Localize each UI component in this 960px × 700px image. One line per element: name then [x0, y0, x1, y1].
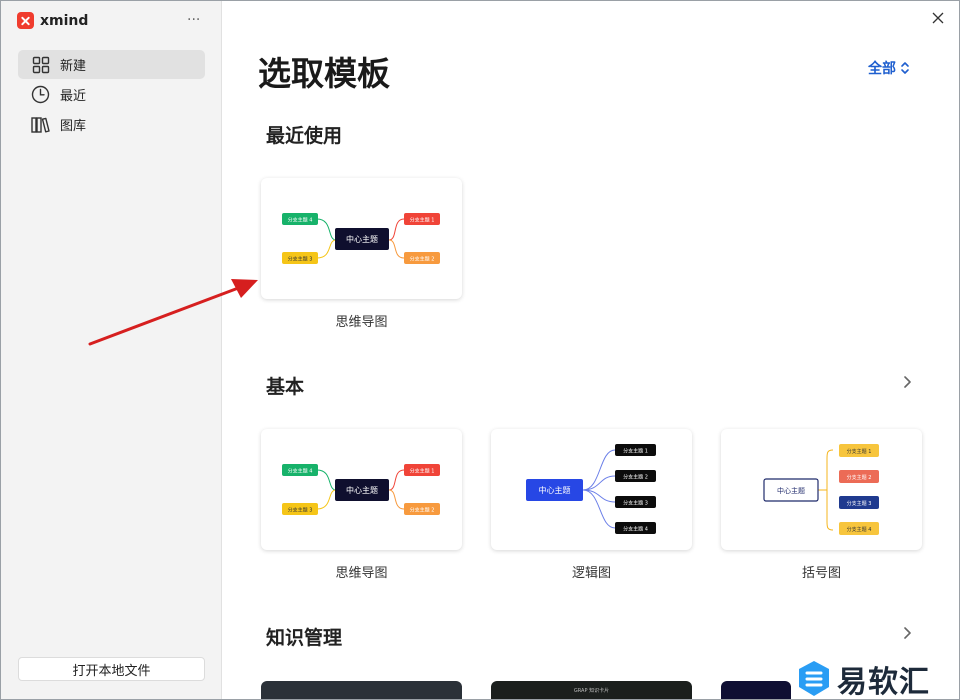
- template-card-knowledge-3[interactable]: [721, 681, 791, 699]
- app-name: xmind: [40, 12, 89, 29]
- close-icon: [932, 12, 944, 24]
- mindmap-thumbnail: 分支主题 4 分支主题 3 分支主题 1 分支主题 2 中心主题: [282, 213, 440, 264]
- svg-text:分支主题 1: 分支主题 1: [847, 448, 872, 455]
- template-window: xmind ··· 新建 最近 图库 打开本地文件 选取模板 全部 最近使用 分…: [0, 0, 960, 700]
- template-card-label: 逻辑图: [571, 566, 611, 581]
- svg-text:分支主题 3: 分支主题 3: [623, 500, 648, 507]
- more-options-button[interactable]: ···: [187, 12, 200, 28]
- svg-text:分支主题 4: 分支主题 4: [288, 217, 313, 224]
- template-card-mindmap[interactable]: 分支主题 4 分支主题 3 分支主题 1 分支主题 2 中心主题: [261, 429, 462, 550]
- xmind-logo-icon: [17, 12, 34, 29]
- svg-text:分支主题 1: 分支主题 1: [410, 217, 435, 224]
- svg-text:分支主题 4: 分支主题 4: [847, 526, 872, 533]
- svg-text:分支主题 3: 分支主题 3: [288, 256, 313, 263]
- main-content: 选取模板 全部 最近使用 分支主题 4 分支主题 3 分支主题 1 分支主题 2…: [223, 1, 959, 699]
- svg-text:中心主题: 中心主题: [539, 485, 571, 495]
- filter-label: 全部: [868, 61, 896, 77]
- sidebar-item-label: 图库: [60, 119, 87, 134]
- template-card-label: 思维导图: [335, 315, 388, 330]
- open-local-file-button[interactable]: 打开本地文件: [18, 657, 205, 681]
- sidebar-item-label: 新建: [60, 59, 87, 74]
- watermark: 易软汇: [791, 655, 934, 700]
- svg-text:中心主题: 中心主题: [346, 234, 378, 244]
- chevron-right-icon[interactable]: [901, 626, 915, 640]
- brand: xmind: [17, 12, 88, 29]
- svg-text:分支主题 1: 分支主题 1: [623, 448, 648, 455]
- chevron-updown-icon: [901, 62, 909, 74]
- svg-text:分支主题 2: 分支主题 2: [410, 507, 435, 514]
- template-card-label: 思维导图: [335, 566, 388, 581]
- template-card-mindmap-recent[interactable]: 分支主题 4 分支主题 3 分支主题 1 分支主题 2 中心主题: [261, 178, 462, 299]
- library-icon: [31, 115, 50, 134]
- logic-thumbnail: 中心主题 分支主题 1 分支主题 2 分支主题 3 分支主题 4: [526, 444, 656, 534]
- sidebar: xmind ··· 新建 最近 图库 打开本地文件: [1, 1, 222, 699]
- svg-text:分支主题 2: 分支主题 2: [623, 474, 648, 481]
- section-title-knowledge: 知识管理: [266, 627, 343, 649]
- watermark-logo-icon: [799, 661, 829, 696]
- svg-text:分支主题 1: 分支主题 1: [410, 468, 435, 475]
- mindmap-thumbnail: 分支主题 4 分支主题 3 分支主题 1 分支主题 2 中心主题: [282, 464, 440, 515]
- sidebar-item-new[interactable]: 新建: [18, 50, 205, 79]
- template-card-knowledge-2[interactable]: GRAP 知识卡片: [491, 681, 692, 699]
- template-card-logic[interactable]: 中心主题 分支主题 1 分支主题 2 分支主题 3 分支主题 4: [491, 429, 692, 550]
- sidebar-nav: 新建 最近 图库: [18, 50, 205, 140]
- sidebar-item-label: 最近: [60, 89, 87, 104]
- section-title-recent: 最近使用: [266, 125, 343, 147]
- section-title-basic: 基本: [266, 376, 305, 398]
- card-preview-text: GRAP 知识卡片: [573, 688, 610, 694]
- filter-dropdown[interactable]: 全部: [868, 58, 910, 78]
- sidebar-item-recent[interactable]: 最近: [18, 80, 205, 109]
- template-card-brace[interactable]: 中心主题 分支主题 1 分支主题 2 分支主题 3 分支主题 4: [721, 429, 922, 550]
- page-title: 选取模板: [258, 54, 390, 93]
- svg-text:分支主题 3: 分支主题 3: [847, 500, 872, 507]
- clock-icon: [31, 85, 50, 104]
- chevron-right-icon[interactable]: [901, 375, 915, 389]
- template-card-label: 括号图: [801, 566, 841, 581]
- sidebar-item-library[interactable]: 图库: [18, 110, 205, 139]
- grid-icon: [31, 55, 50, 74]
- svg-text:分支主题 3: 分支主题 3: [288, 507, 313, 514]
- svg-text:中心主题: 中心主题: [777, 486, 805, 495]
- close-button[interactable]: [929, 9, 947, 27]
- template-card-knowledge-1[interactable]: [261, 681, 462, 699]
- watermark-text: 易软汇: [837, 665, 930, 700]
- svg-text:分支主题 2: 分支主题 2: [410, 256, 435, 263]
- svg-text:中心主题: 中心主题: [346, 485, 378, 495]
- brace-thumbnail: 中心主题 分支主题 1 分支主题 2 分支主题 3 分支主题 4: [763, 444, 879, 535]
- svg-text:分支主题 4: 分支主题 4: [288, 468, 313, 475]
- svg-text:分支主题 2: 分支主题 2: [847, 474, 872, 481]
- svg-text:分支主题 4: 分支主题 4: [623, 526, 648, 533]
